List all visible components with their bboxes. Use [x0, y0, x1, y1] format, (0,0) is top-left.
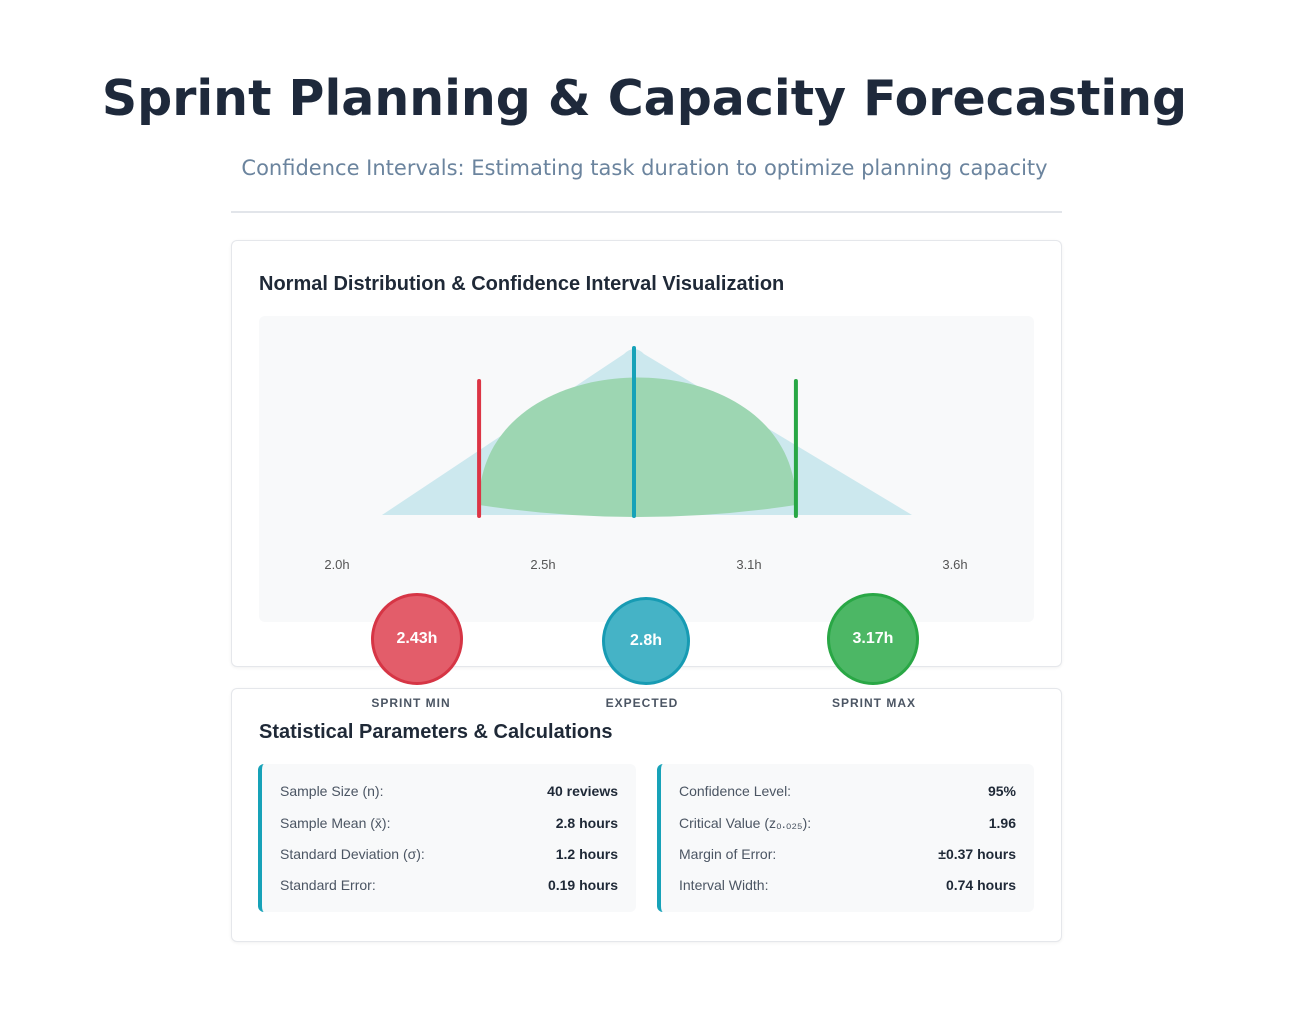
stat-row: Interval Width: 0.74 hours [679, 877, 1016, 897]
x-tick-label: 3.1h [736, 557, 762, 572]
stat-value: 1.96 [988, 815, 1016, 831]
sample-stats-panel: Sample Size (n): 40 reviews Sample Mean … [258, 764, 636, 912]
stat-label: Standard Error: [280, 877, 376, 893]
stat-label: Critical Value (z₀.₀₂₅): [679, 815, 812, 831]
stat-label: Interval Width: [679, 877, 769, 893]
stat-row: Critical Value (z₀.₀₂₅): 1.96 [679, 815, 1016, 835]
stat-row: Standard Deviation (σ): 1.2 hours [280, 846, 618, 866]
sprint-min-value: 2.43h [396, 630, 438, 647]
stat-value: 95% [987, 783, 1016, 799]
sprint-max-marker: 3.17h [827, 593, 919, 685]
header-divider [231, 211, 1062, 213]
stat-value: 0.19 hours [547, 877, 618, 893]
stat-value: 2.8 hours [555, 815, 618, 831]
stat-value: ±0.37 hours [938, 846, 1016, 862]
stat-value: 1.2 hours [555, 846, 618, 862]
x-tick-label: 3.6h [942, 557, 968, 572]
chart-area: 2.0h 2.5h 3.1h 3.6h [259, 316, 1034, 622]
stat-label: Standard Deviation (σ): [280, 846, 425, 862]
visualization-title: Normal Distribution & Confidence Interva… [259, 273, 785, 295]
stat-label: Confidence Level: [679, 783, 792, 799]
sprint-min-caption: SPRINT MIN [371, 696, 451, 710]
stat-row: Standard Error: 0.19 hours [280, 877, 618, 897]
expected-value: 2.8h [629, 632, 662, 649]
sprint-min-marker: 2.43h [371, 593, 463, 685]
statistics-title: Statistical Parameters & Calculations [259, 721, 613, 743]
expected-caption: EXPECTED [605, 696, 679, 710]
distribution-chart [382, 346, 912, 518]
x-tick-label: 2.0h [324, 557, 350, 572]
interval-stats-panel: Confidence Level: 95% Critical Value (z₀… [657, 764, 1034, 912]
stat-value: 0.74 hours [945, 877, 1016, 893]
stat-label: Sample Mean (x̄): [280, 815, 391, 831]
page-title: Sprint Planning & Capacity Forecasting [101, 70, 1188, 127]
stat-value: 40 reviews [547, 783, 618, 799]
expected-marker: 2.8h [602, 597, 690, 685]
sprint-max-value: 3.17h [852, 630, 894, 647]
confidence-interval-area [479, 377, 796, 517]
stat-label: Sample Size (n): [280, 783, 384, 799]
stat-row: Confidence Level: 95% [679, 783, 1016, 803]
stat-row: Sample Size (n): 40 reviews [280, 783, 618, 803]
stat-row: Margin of Error: ±0.37 hours [679, 846, 1016, 866]
sprint-max-caption: SPRINT MAX [831, 696, 916, 710]
stat-label: Margin of Error: [679, 846, 777, 862]
page-subtitle: Confidence Intervals: Estimating task du… [241, 156, 1048, 180]
stat-row: Sample Mean (x̄): 2.8 hours [280, 815, 618, 835]
x-tick-label: 2.5h [530, 557, 556, 572]
